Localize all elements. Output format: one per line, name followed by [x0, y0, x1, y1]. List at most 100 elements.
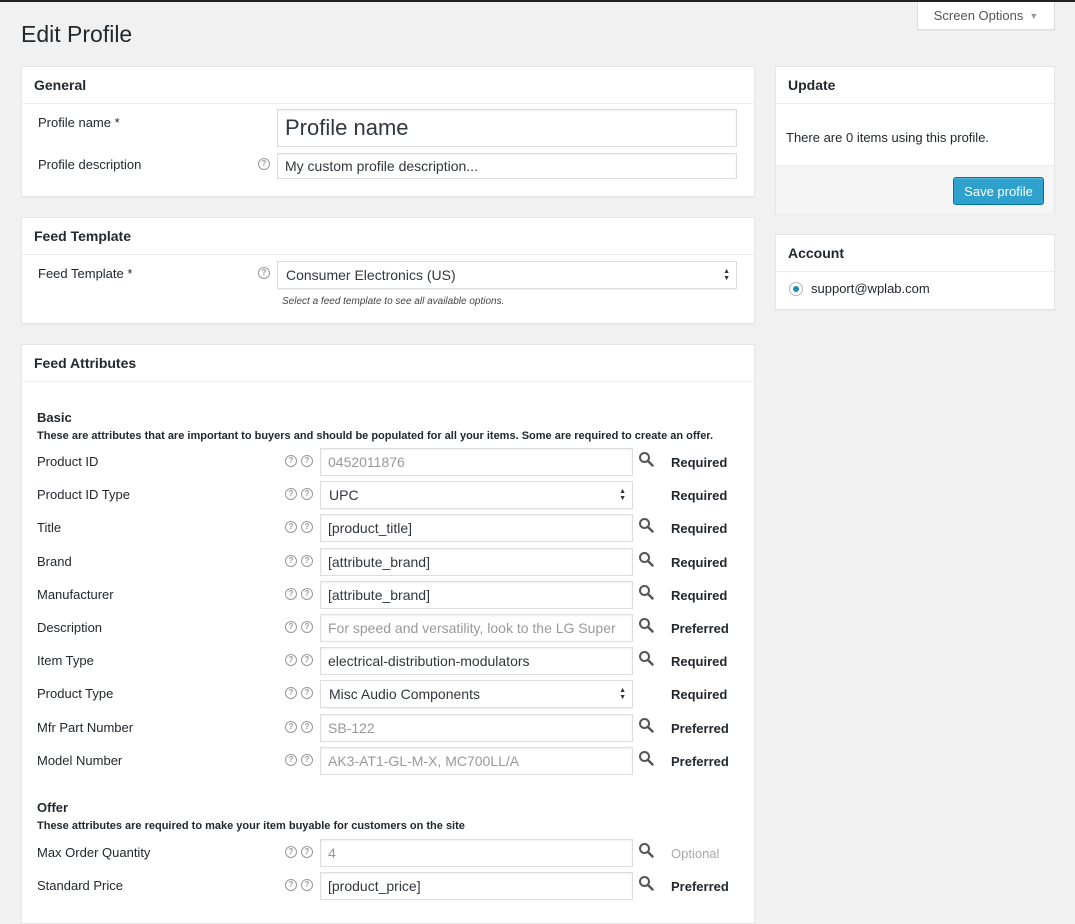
select-arrows-icon: ▲ ▼: [619, 488, 626, 503]
attribute-label: Standard Price: [37, 878, 123, 893]
search-icon[interactable]: [638, 451, 654, 467]
select-arrows-icon: ▲ ▼: [619, 687, 626, 702]
feed-attributes-box: Feed Attributes Basic These are attribut…: [21, 344, 755, 924]
help-icon[interactable]: ?: [285, 654, 297, 667]
feed-template-box-title: Feed Template: [22, 218, 754, 255]
account-box-title: Account: [776, 235, 1054, 272]
attribute-status: Preferred: [671, 753, 729, 769]
update-message: There are 0 items using this profile.: [786, 130, 990, 145]
attribute-status: Preferred: [671, 621, 729, 636]
offer-section-title: Offer: [37, 800, 69, 815]
account-radio[interactable]: [789, 282, 803, 296]
attribute-status: Required: [671, 488, 728, 504]
attribute-status: Required: [671, 554, 728, 570]
attribute-status: Preferred: [671, 879, 729, 894]
search-icon[interactable]: [638, 750, 654, 766]
caret-down-icon: ▼: [1029, 10, 1039, 21]
help-icon[interactable]: ?: [301, 621, 313, 633]
attribute-status: Preferred: [671, 720, 729, 736]
attribute-label: Manufacturer: [37, 586, 114, 602]
attribute-input-placeholder: For speed and versatility, look to the L…: [328, 620, 616, 636]
attribute-input[interactable]: 0452011876: [320, 448, 633, 476]
profile-description-input[interactable]: My custom profile description...: [277, 153, 737, 179]
attribute-input-value: [attribute_brand]: [328, 553, 430, 570]
help-icon[interactable]: ?: [301, 753, 313, 766]
search-icon[interactable]: [638, 875, 654, 891]
feed-template-selected: Consumer Electronics (US): [286, 267, 456, 283]
attribute-label: Title: [37, 520, 62, 536]
attribute-select[interactable]: Misc Audio Components ▲ ▼: [320, 680, 633, 709]
attribute-status: Required: [671, 455, 728, 470]
feed-template-select[interactable]: Consumer Electronics (US) ▲ ▼: [277, 261, 737, 289]
search-icon[interactable]: [638, 617, 654, 633]
attribute-label: Product Type: [37, 686, 114, 702]
feed-template-label: Feed Template *: [38, 266, 133, 281]
basic-section-title: Basic: [37, 410, 72, 425]
attribute-input[interactable]: [attribute_brand]: [320, 580, 633, 609]
attribute-input-placeholder: SB-122: [328, 719, 375, 736]
attribute-status: Required: [671, 587, 728, 603]
attribute-input-value: [attribute_brand]: [328, 586, 430, 603]
help-icon[interactable]: ?: [301, 554, 313, 567]
help-icon[interactable]: ?: [301, 687, 313, 700]
help-icon[interactable]: ?: [301, 488, 313, 501]
general-box-title: General: [22, 67, 754, 104]
help-icon[interactable]: ?: [285, 846, 297, 858]
search-icon[interactable]: [638, 517, 654, 534]
search-icon[interactable]: [638, 584, 654, 600]
screen-options-toggle[interactable]: Screen Options ▼: [917, 2, 1055, 30]
help-icon[interactable]: ?: [285, 488, 297, 501]
attribute-label: Mfr Part Number: [37, 719, 134, 735]
attribute-label: Brand: [37, 553, 72, 569]
help-icon[interactable]: ?: [285, 455, 297, 467]
help-icon[interactable]: ?: [285, 521, 297, 534]
attribute-label: Item Type: [37, 653, 94, 669]
attribute-label: Description: [37, 620, 103, 635]
search-icon[interactable]: [638, 717, 654, 733]
attribute-input[interactable]: AK3-AT1-GL-M-X, MC700LL/A: [320, 746, 633, 775]
attribute-input[interactable]: [attribute_brand]: [320, 547, 633, 576]
profile-description-label: Profile description: [38, 157, 142, 172]
basic-section-description: These are attributes that are important …: [37, 430, 714, 442]
search-icon[interactable]: [638, 650, 654, 666]
profile-description-placeholder: My custom profile description...: [285, 158, 478, 174]
help-icon[interactable]: ?: [301, 455, 313, 467]
attribute-status: Required: [671, 687, 728, 703]
search-icon[interactable]: [638, 842, 654, 858]
help-icon[interactable]: ?: [258, 267, 270, 279]
attribute-label: Model Number: [37, 752, 123, 768]
help-icon[interactable]: ?: [258, 158, 270, 170]
attribute-input[interactable]: 4: [320, 839, 633, 867]
attribute-input[interactable]: electrical-distribution-modulators: [320, 647, 633, 676]
attribute-select-value: UPC: [329, 487, 359, 504]
help-icon[interactable]: ?: [285, 687, 297, 700]
attribute-input[interactable]: [product_price]: [320, 872, 633, 900]
attribute-input[interactable]: For speed and versatility, look to the L…: [320, 614, 633, 642]
profile-name-placeholder: Profile name: [285, 115, 409, 140]
help-icon[interactable]: ?: [285, 720, 297, 733]
attribute-input-placeholder: 4: [328, 845, 336, 861]
attribute-input-value: [product_price]: [328, 878, 421, 894]
attribute-status: Optional: [671, 846, 720, 861]
search-icon[interactable]: [638, 551, 654, 567]
help-icon[interactable]: ?: [285, 621, 297, 633]
help-icon[interactable]: ?: [285, 587, 297, 600]
attribute-input[interactable]: SB-122: [320, 713, 633, 742]
attribute-label: Product ID: [37, 454, 99, 469]
help-icon[interactable]: ?: [301, 521, 313, 534]
attribute-select[interactable]: UPC ▲ ▼: [320, 481, 633, 510]
offer-section-description: These attributes are required to make yo…: [37, 820, 465, 832]
attribute-input[interactable]: [product_title]: [320, 514, 633, 543]
attribute-label: Max Order Quantity: [37, 845, 151, 860]
profile-name-input[interactable]: Profile name: [277, 109, 737, 147]
help-icon[interactable]: ?: [285, 753, 297, 766]
help-icon[interactable]: ?: [301, 879, 313, 891]
save-profile-button[interactable]: Save profile: [953, 177, 1044, 205]
help-icon[interactable]: ?: [285, 554, 297, 567]
help-icon[interactable]: ?: [301, 720, 313, 733]
help-icon[interactable]: ?: [285, 879, 297, 891]
help-icon[interactable]: ?: [301, 846, 313, 858]
help-icon[interactable]: ?: [301, 587, 313, 600]
help-icon[interactable]: ?: [301, 654, 313, 667]
page-title: Edit Profile: [21, 21, 133, 47]
